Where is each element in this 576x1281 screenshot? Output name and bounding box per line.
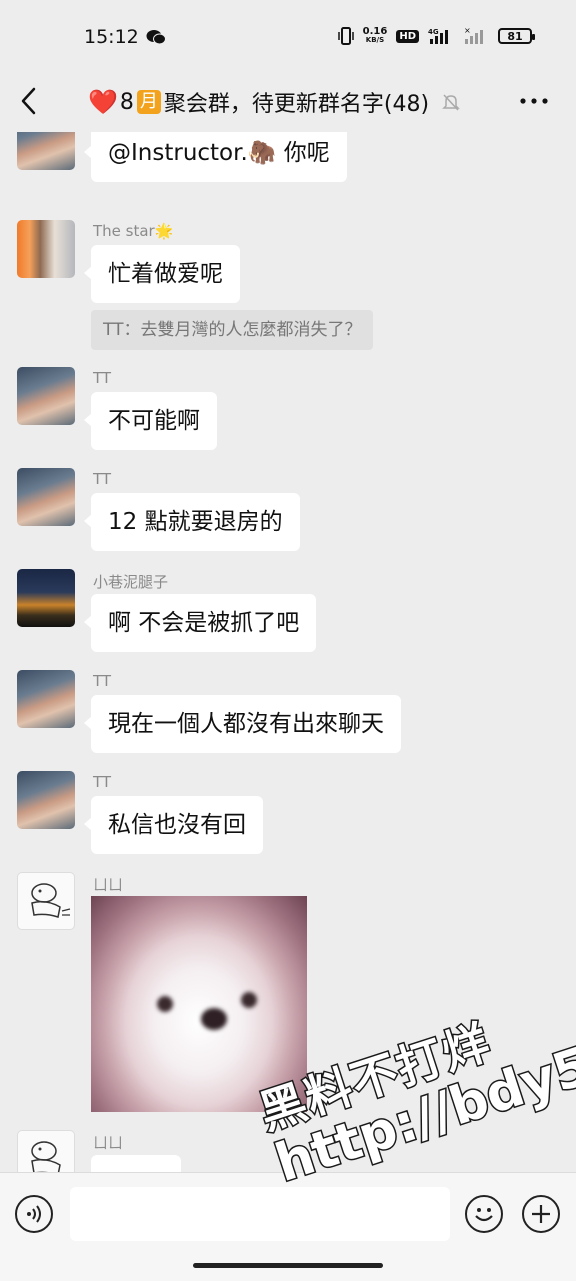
sender-name: The star🌟 [93,222,174,240]
message-bubble[interactable]: 不可能啊 [84,392,217,450]
message-bubble[interactable]: 現在一個人都沒有出來聊天 [84,695,401,753]
avatar[interactable] [17,468,75,526]
clock: 15:12 [84,26,139,48]
avatar[interactable] [17,569,75,627]
sticker-image[interactable] [91,896,307,1112]
voice-input-button[interactable] [15,1195,53,1233]
emoji-button[interactable] [465,1195,503,1233]
sender-name: TT [93,369,112,387]
sender-name: ㄩㄩ [93,1134,124,1152]
sender-name: 小巷泥腿子 [93,573,169,591]
mute-bell-icon [442,94,460,111]
more-functions-button[interactable] [522,1195,560,1233]
chat-header: ❤️ 8 月 聚会群，待更新群名字(48) [0,76,576,132]
network-speed-unit: KB/S [365,36,385,44]
message-bubble[interactable]: 私信也沒有回 [84,796,263,854]
sticker-eye [241,992,257,1008]
moon-emoji: 月 [136,90,161,114]
message-bubble[interactable]: 忙着做爱呢 [84,245,240,303]
plus-icon [532,1205,550,1223]
wechat-icon [146,30,166,45]
signal-4g-icon: 4G [428,28,448,44]
hd-badge: HD [396,29,419,43]
avatar[interactable] [17,872,75,930]
message-list[interactable]: TT @Instructor.🦣 你呢 The star🌟 忙着做爱呢 TT：去… [0,132,576,1172]
avatar[interactable] [17,367,75,425]
heart-emoji: ❤️ [88,88,118,116]
sender-name: TT [93,773,112,791]
voice-wave-icon [27,1205,41,1223]
network-speed-value: 0.16 [362,26,388,37]
sticker-nose [201,1008,227,1030]
sender-name: ㄩㄩ [93,876,124,894]
input-bar [0,1172,576,1281]
home-indicator[interactable] [193,1263,383,1268]
group-title[interactable]: ❤️ 8 月 聚会群，待更新群名字(48) [88,86,461,118]
avatar[interactable] [17,1130,75,1172]
avatar[interactable] [17,220,75,278]
doodle-bird-icon [31,883,71,918]
status-bar: 15:12 0.16 KB/S HD 4G × 81 [0,0,576,76]
doodle-bird-icon [31,1141,61,1172]
smiley-icon [475,1208,493,1222]
title-suffix: 聚会群，待更新群名字(48) [163,92,430,117]
svg-text:4G: 4G [428,28,439,36]
signal-nosim-icon: × [464,27,483,44]
sticker-eye [157,996,173,1012]
sender-name: TT [93,470,112,488]
message-bubble[interactable] [91,1155,181,1172]
sender-name: TT [93,672,112,690]
svg-text:×: × [464,27,471,35]
message-bubble[interactable]: 12 點就要退房的 [84,493,300,551]
message-input[interactable] [70,1187,450,1241]
avatar[interactable] [17,670,75,728]
battery-indicator: 81 [498,28,535,44]
more-options-icon[interactable] [520,98,548,104]
message-bubble[interactable]: @Instructor.🦣 你呢 [84,132,347,182]
vibrate-icon [337,27,354,45]
avatar[interactable] [17,132,75,170]
message-bubble[interactable]: 啊 不会是被抓了吧 [83,594,317,652]
back-arrow-icon[interactable] [18,86,40,116]
title-prefix: 8 [119,89,134,115]
avatar[interactable] [17,771,75,829]
network-speed: 0.16 KB/S [363,27,388,45]
quoted-reply[interactable]: TT：去雙月灣的人怎麼都消失了？ [91,310,374,350]
